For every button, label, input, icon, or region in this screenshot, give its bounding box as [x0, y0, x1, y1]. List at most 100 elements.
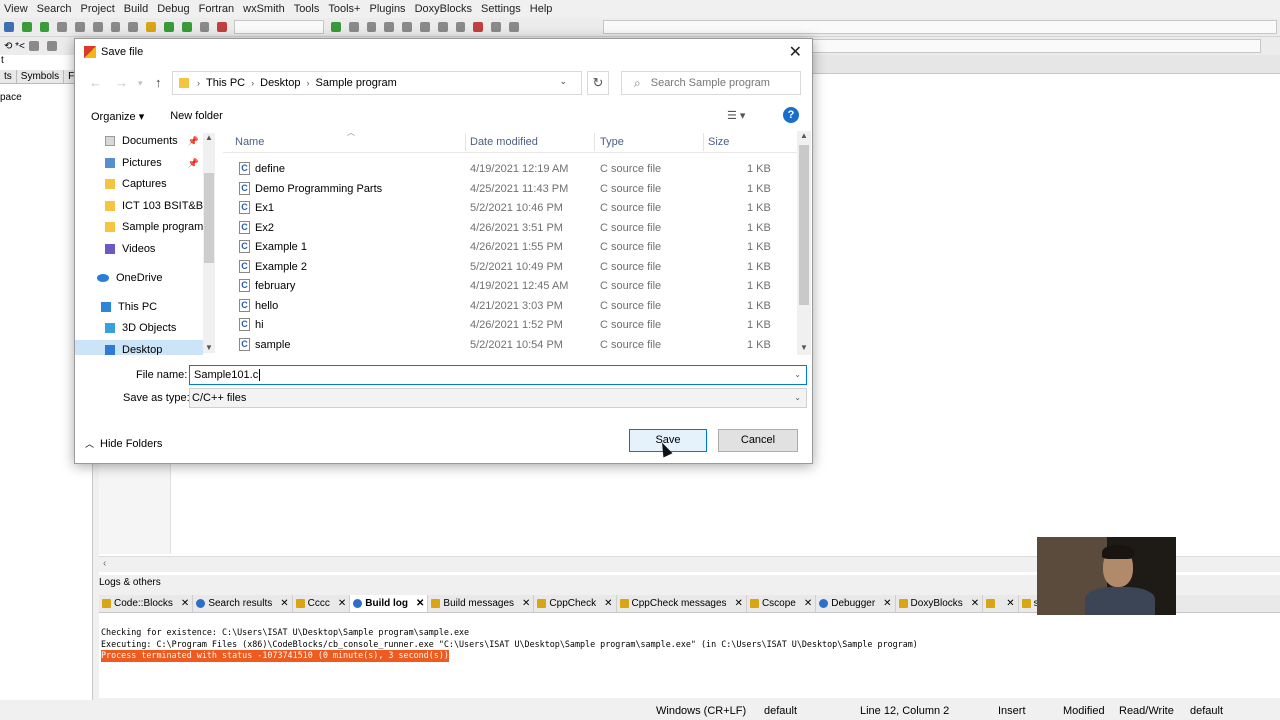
save-as-type-select[interactable]: C/C++ files ⌄ [189, 388, 807, 408]
menu-item-doxyblocks[interactable]: DoxyBlocks [415, 3, 472, 15]
nav-item-videos[interactable]: Videos [75, 239, 203, 259]
menu-item-search[interactable]: Search [37, 3, 72, 15]
nav-item-3d-objects[interactable]: 3D Objects [75, 318, 203, 338]
menu-item-tools-[interactable]: Tools+ [328, 3, 360, 15]
breadcrumb-separator-icon[interactable]: › [197, 78, 200, 88]
organize-button[interactable]: Organize ▾ [91, 110, 144, 123]
close-tab-icon[interactable]: ✕ [971, 598, 979, 609]
breadcrumb-this-pc[interactable]: This PC [206, 77, 245, 89]
search-input[interactable]: ⌕ Search Sample program [621, 71, 801, 95]
close-tab-icon[interactable]: ✕ [735, 598, 743, 609]
address-bar[interactable]: › This PC › Desktop › Sample program ⌄ [172, 71, 582, 95]
menu-item-view[interactable]: View [4, 3, 28, 15]
menu-item-project[interactable]: Project [81, 3, 115, 15]
menu-item-build[interactable]: Build [124, 3, 148, 15]
scroll-up-icon[interactable]: ▲ [800, 131, 808, 140]
close-icon[interactable]: ✕ [789, 42, 802, 62]
toolbar-icon-b[interactable] [46, 41, 57, 51]
scroll-thumb[interactable] [204, 173, 214, 263]
file-row[interactable]: C Example 1 4/26/2021 1:55 PM C source file… [223, 237, 798, 257]
up-icon[interactable]: ↑ [155, 75, 162, 90]
debug-windows-icon[interactable] [491, 22, 501, 32]
scroll-down-icon[interactable]: ▼ [800, 343, 808, 352]
toolbar-icon-a[interactable] [28, 41, 39, 51]
help-icon[interactable]: ? [783, 107, 799, 123]
close-tab-icon[interactable]: ✕ [280, 598, 288, 609]
menu-item-wxsmith[interactable]: wxSmith [243, 3, 285, 15]
replace-icon[interactable] [128, 22, 139, 32]
find-icon[interactable] [110, 22, 121, 32]
close-tab-icon[interactable]: ✕ [804, 598, 812, 609]
close-tab-icon[interactable]: ✕ [604, 598, 612, 609]
forward-icon[interactable]: → [115, 75, 128, 90]
log-tab[interactable]: ✕ [983, 595, 1019, 612]
file-row[interactable]: Chi 4/26/2021 1:52 PM C source file 1 KB [223, 315, 798, 335]
next-instruction-icon[interactable] [420, 22, 430, 32]
save-all-icon[interactable] [4, 22, 14, 32]
undo-icon[interactable] [21, 22, 32, 32]
file-row[interactable]: C Demo Programming Parts 4/25/2021 11:43 P… [223, 179, 798, 199]
abort-icon[interactable] [217, 22, 228, 32]
new-folder-button[interactable]: New folder [170, 110, 223, 122]
close-tab-icon[interactable]: ✕ [1006, 598, 1014, 609]
run-to-cursor-icon[interactable] [348, 22, 359, 32]
log-tab[interactable]: CppCheck messages ✕ [617, 595, 747, 612]
chevron-down-icon[interactable]: ⌄ [794, 393, 801, 402]
file-row[interactable]: Chello 4/21/2021 3:03 PM C source file 1 KB [223, 296, 798, 316]
menu-item-plugins[interactable]: Plugins [369, 3, 405, 15]
view-options-icon[interactable]: ☰ ▾ [727, 109, 745, 122]
nav-item-documents[interactable]: Documents 📌 [75, 131, 203, 151]
nav-item-ict-103-bsit-bs[interactable]: ICT 103 BSIT&BS [75, 196, 203, 216]
menu-item-settings[interactable]: Settings [481, 3, 521, 15]
file-list-scrollbar[interactable]: ▲ ▼ [797, 131, 811, 355]
chevron-down-icon[interactable]: ⌄ [559, 76, 567, 87]
log-tab[interactable]: Build log ✕ [350, 595, 429, 612]
menu-item-help[interactable]: Help [530, 3, 553, 15]
file-row[interactable]: Cfebruary 4/19/2021 12:45 AM C source file… [223, 276, 798, 296]
file-row[interactable]: Csample 5/2/2021 10:54 PM C source file 1 K… [223, 335, 798, 355]
code-completion-select[interactable] [602, 20, 1278, 34]
close-tab-icon[interactable]: ✕ [181, 598, 189, 609]
step-instruction-icon[interactable] [437, 22, 448, 32]
close-tab-icon[interactable]: ✕ [883, 598, 891, 609]
cancel-button[interactable]: Cancel [718, 429, 798, 452]
build-run-icon[interactable] [181, 22, 192, 32]
close-tab-icon[interactable]: ✕ [416, 598, 424, 609]
log-tab[interactable]: Search results ✕ [193, 595, 293, 612]
nav-item-this-pc[interactable]: This PC [75, 297, 203, 317]
nav-item-onedrive[interactable]: OneDrive [75, 268, 203, 288]
stop-debugger-icon[interactable] [473, 22, 484, 32]
tab-symbols[interactable]: Symbols [17, 70, 65, 83]
column-date-modified[interactable]: Date modified [470, 136, 538, 148]
log-tab[interactable]: Cccc ✕ [293, 595, 351, 612]
file-row[interactable]: Cdefine 4/19/2021 12:19 AM C source file 1 … [223, 159, 798, 179]
file-name-input[interactable]: Sample101.c ⌄ [189, 365, 807, 385]
run-icon[interactable] [164, 22, 174, 32]
chevron-down-icon[interactable]: ⌄ [794, 370, 801, 379]
column-divider[interactable] [703, 133, 704, 151]
breadcrumb-desktop[interactable]: Desktop [260, 77, 300, 89]
tab-projects[interactable]: ts [0, 70, 17, 83]
scroll-down-icon[interactable]: ▼ [205, 343, 213, 352]
log-tab[interactable]: DoxyBlocks ✕ [896, 595, 984, 612]
step-into-icon[interactable] [384, 22, 395, 32]
redo-icon[interactable] [39, 22, 50, 32]
nav-item-pictures[interactable]: Pictures 📌 [75, 153, 203, 173]
file-row[interactable]: C Ex1 5/2/2021 10:46 PM C source file 1 KB [223, 198, 798, 218]
log-tab[interactable]: CppCheck ✕ [534, 595, 617, 612]
column-divider[interactable] [594, 133, 595, 151]
breadcrumb-separator-icon[interactable]: › [251, 78, 254, 88]
build-target-select[interactable] [234, 20, 325, 34]
debug-continue-icon[interactable] [331, 22, 341, 32]
log-tab[interactable]: Build messages ✕ [428, 595, 535, 612]
scroll-up-icon[interactable]: ▲ [205, 133, 213, 142]
log-tab[interactable]: Code::Blocks ✕ [99, 595, 194, 612]
column-divider[interactable] [465, 133, 466, 151]
nav-item-desktop[interactable]: Desktop [75, 340, 203, 355]
break-icon[interactable] [455, 22, 466, 32]
file-row[interactable]: C Ex2 4/26/2021 3:51 PM C source file 1 KB [223, 218, 798, 238]
menu-item-debug[interactable]: Debug [157, 3, 189, 15]
recent-locations-icon[interactable]: ▾ [138, 78, 143, 89]
next-line-icon[interactable] [366, 22, 377, 32]
file-row[interactable]: C Example 2 5/2/2021 10:49 PM C source file… [223, 257, 798, 277]
